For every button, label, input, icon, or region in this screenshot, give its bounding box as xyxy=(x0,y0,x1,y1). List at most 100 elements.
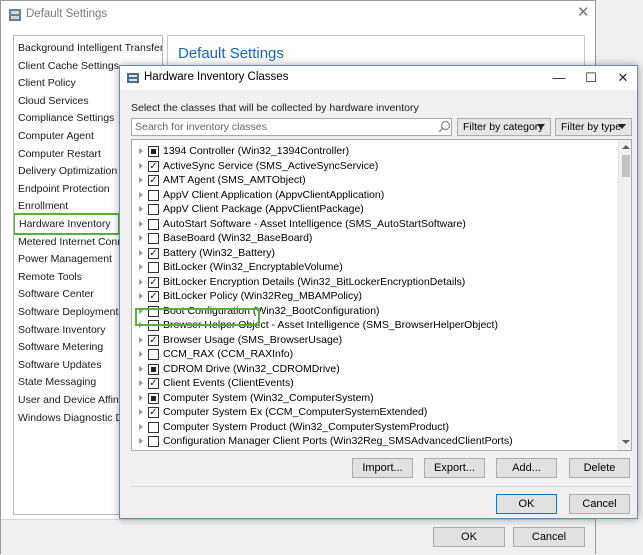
class-checkbox[interactable]: ✓ xyxy=(148,407,159,418)
expand-arrow-icon[interactable] xyxy=(139,191,143,198)
class-checkbox[interactable] xyxy=(148,421,159,433)
expand-arrow-icon[interactable] xyxy=(139,235,143,241)
nav-item-computer-agent[interactable]: Computer Agent xyxy=(18,128,94,144)
nav-item-state-messaging[interactable]: State Messaging xyxy=(18,374,96,390)
expand-arrow-icon[interactable] xyxy=(139,409,143,415)
class-checkbox[interactable]: ✓ xyxy=(148,247,159,259)
expand-arrow-icon[interactable] xyxy=(139,220,143,227)
close-icon[interactable]: ✕ xyxy=(614,69,632,87)
class-checkbox[interactable] xyxy=(148,392,159,404)
class-row[interactable]: AutoStart Software - Asset Intelligence … xyxy=(132,218,618,233)
class-label: AppV Client Package (AppvClientPackage) xyxy=(163,203,364,215)
scroll-down-icon[interactable] xyxy=(622,440,630,444)
add-button[interactable]: Add... xyxy=(496,458,557,478)
class-checkbox[interactable] xyxy=(148,349,159,360)
nav-item-software-metering[interactable]: Software Metering xyxy=(18,339,103,355)
search-icon[interactable] xyxy=(438,120,451,133)
scroll-up-icon[interactable] xyxy=(622,145,630,149)
nav-item-software-updates[interactable]: Software Updates xyxy=(18,357,101,373)
minimize-icon[interactable]: — xyxy=(550,69,568,87)
nav-item-software-deployment[interactable]: Software Deployment xyxy=(18,304,118,320)
class-row[interactable]: ✓ AMT Agent (SMS_AMTObject) xyxy=(132,174,618,189)
nav-item-remote-tools[interactable]: Remote Tools xyxy=(18,269,82,285)
settings-cancel-button[interactable]: Cancel xyxy=(513,527,585,547)
class-label: BitLocker Encryption Details (Win32_BitL… xyxy=(163,275,466,288)
class-row[interactable]: Computer System Product (Win32_ComputerS… xyxy=(132,421,618,436)
nav-item-compliance-settings[interactable]: Compliance Settings xyxy=(18,110,114,126)
delete-button[interactable]: Delete xyxy=(569,458,630,478)
filter-by-type-dropdown[interactable]: Filter by type xyxy=(555,118,632,136)
nav-item-client-policy[interactable]: Client Policy xyxy=(18,75,76,91)
nav-item-user-and-device-affinity[interactable]: User and Device Affinity xyxy=(18,392,129,408)
expand-arrow-icon[interactable] xyxy=(139,206,143,212)
class-row[interactable]: ✓ Battery (Win32_Battery) xyxy=(132,247,618,262)
class-checkbox[interactable] xyxy=(148,218,159,230)
class-row[interactable]: ✓ ActiveSync Service (SMS_ActiveSyncServi… xyxy=(132,160,618,175)
class-row[interactable]: ✓ BitLocker Encryption Details (Win32_Bit… xyxy=(132,275,618,291)
nav-item-enrollment[interactable]: Enrollment xyxy=(18,198,68,214)
class-checkbox[interactable] xyxy=(148,436,159,447)
expand-arrow-icon[interactable] xyxy=(139,336,143,343)
expand-arrow-icon[interactable] xyxy=(139,148,143,154)
class-row[interactable]: CDROM Drive (Win32_CDROMDrive) xyxy=(132,363,618,378)
class-checkbox[interactable] xyxy=(148,146,159,157)
class-row[interactable]: BitLocker (Win32_EncryptableVolume) xyxy=(132,261,618,276)
nav-item-computer-restart[interactable]: Computer Restart xyxy=(18,146,101,162)
expand-arrow-icon[interactable] xyxy=(139,438,143,444)
expand-arrow-icon[interactable] xyxy=(139,351,143,357)
class-row[interactable]: Computer System (Win32_ComputerSystem) xyxy=(132,392,618,407)
expand-arrow-icon[interactable] xyxy=(139,162,143,169)
class-row[interactable]: ✓ Computer System Ex (CCM_ComputerSystemE… xyxy=(132,406,618,421)
class-row[interactable]: ✓ BitLocker Policy (Win32Reg_MBAMPolicy) xyxy=(132,290,618,305)
expand-arrow-icon[interactable] xyxy=(139,380,143,386)
nav-item-hardware-inventory[interactable]: Hardware Inventory xyxy=(14,213,120,235)
expand-arrow-icon[interactable] xyxy=(139,394,143,401)
class-checkbox[interactable]: ✓ xyxy=(148,276,159,288)
class-row[interactable]: CCM_RAX (CCM_RAXInfo) xyxy=(132,348,618,363)
dialog-cancel-button[interactable]: Cancel xyxy=(569,494,630,514)
class-row[interactable]: 1394 Controller (Win32_1394Controller) xyxy=(132,145,618,160)
filter-by-category-dropdown[interactable]: Filter by category xyxy=(457,118,551,136)
class-checkbox[interactable]: ✓ xyxy=(148,378,159,389)
expand-arrow-icon[interactable] xyxy=(139,365,143,372)
nav-item-software-center[interactable]: Software Center xyxy=(18,286,94,302)
class-checkbox[interactable] xyxy=(148,363,159,375)
nav-item-client-cache-settings[interactable]: Client Cache Settings xyxy=(18,58,119,74)
class-row[interactable]: AppV Client Application (AppvClientAppli… xyxy=(132,189,618,204)
class-checkbox[interactable] xyxy=(148,233,159,244)
dialog-ok-button[interactable]: OK xyxy=(496,494,557,514)
nav-item-background-intelligent-transfer[interactable]: Background Intelligent Transfer xyxy=(18,40,162,56)
expand-arrow-icon[interactable] xyxy=(139,177,143,183)
expand-arrow-icon[interactable] xyxy=(139,293,143,299)
expand-arrow-icon[interactable] xyxy=(139,249,143,256)
export-button[interactable]: Export... xyxy=(424,458,485,478)
class-checkbox[interactable]: ✓ xyxy=(148,334,159,346)
class-checkbox[interactable] xyxy=(148,189,159,201)
scroll-thumb[interactable] xyxy=(622,155,630,177)
nav-item-software-inventory[interactable]: Software Inventory xyxy=(18,322,106,338)
class-checkbox[interactable]: ✓ xyxy=(148,175,159,186)
expand-arrow-icon[interactable] xyxy=(139,423,143,430)
class-checkbox[interactable]: ✓ xyxy=(148,160,159,172)
class-row[interactable]: ✓ Client Events (ClientEvents) xyxy=(132,377,618,392)
settings-ok-button[interactable]: OK xyxy=(433,527,505,547)
default-settings-titlebar: Default Settings ✕ xyxy=(1,1,595,29)
nav-item-endpoint-protection[interactable]: Endpoint Protection xyxy=(18,181,110,197)
nav-item-cloud-services[interactable]: Cloud Services xyxy=(18,93,89,109)
vertical-scrollbar[interactable] xyxy=(618,140,631,450)
class-checkbox[interactable] xyxy=(148,262,159,273)
class-checkbox[interactable] xyxy=(148,204,159,215)
nav-item-power-management[interactable]: Power Management xyxy=(18,251,112,267)
class-row[interactable]: AppV Client Package (AppvClientPackage) xyxy=(132,203,618,218)
import-button[interactable]: Import... xyxy=(352,458,413,478)
class-checkbox[interactable]: ✓ xyxy=(148,291,159,302)
class-row[interactable]: ✓ Browser Usage (SMS_BrowserUsage) xyxy=(132,334,618,349)
maximize-icon[interactable]: ☐ xyxy=(582,69,600,87)
nav-item-delivery-optimization[interactable]: Delivery Optimization xyxy=(18,163,117,179)
class-row[interactable]: BaseBoard (Win32_BaseBoard) xyxy=(132,232,618,247)
expand-arrow-icon[interactable] xyxy=(139,278,143,285)
search-input[interactable] xyxy=(132,119,432,135)
class-row[interactable]: Configuration Manager Client Ports (Win3… xyxy=(132,435,618,450)
expand-arrow-icon[interactable] xyxy=(139,264,143,270)
close-icon[interactable]: ✕ xyxy=(577,5,590,20)
